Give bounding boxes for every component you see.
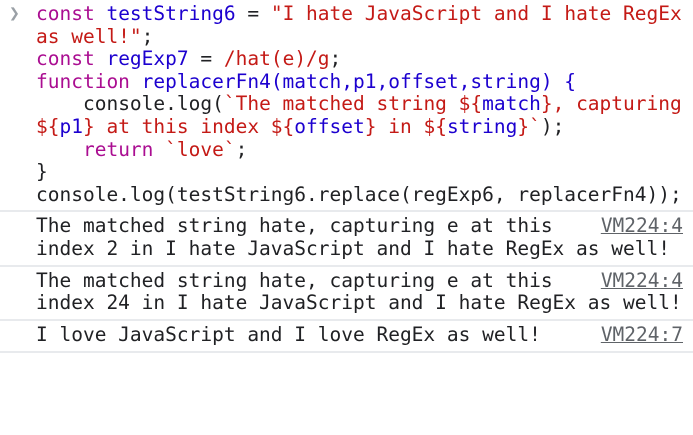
parameters: (match,p1,offset,string) { bbox=[270, 69, 577, 93]
log-message: I love JavaScript and I love RegEx as we… bbox=[36, 322, 541, 346]
console-log-entry: VM224:7 I love JavaScript and I love Reg… bbox=[0, 321, 693, 353]
console-log-entry: VM224:4 The matched string hate, capturi… bbox=[0, 267, 693, 321]
code-block[interactable]: const testString6 = "I hate JavaScript a… bbox=[36, 2, 689, 206]
keyword: function bbox=[36, 69, 130, 93]
template-literal: `love` bbox=[165, 137, 236, 161]
operator: = bbox=[188, 47, 224, 71]
template-part: `The matched string ${ bbox=[223, 92, 483, 116]
template-var: match bbox=[482, 92, 541, 116]
operator: = bbox=[235, 2, 271, 25]
regex-literal: /hat(e)/g bbox=[223, 47, 330, 71]
devtools-console: ❯ const testString6 = "I hate JavaScript… bbox=[0, 0, 693, 435]
source-link[interactable]: VM224:7 bbox=[601, 323, 683, 347]
template-part: } at this index ${ bbox=[82, 114, 295, 138]
console-input-entry[interactable]: ❯ const testString6 = "I hate JavaScript… bbox=[0, 0, 693, 213]
call-statement: console.log(testString6.replace(regExp6,… bbox=[36, 182, 682, 206]
keyword: const bbox=[36, 2, 95, 25]
call: console.log( bbox=[36, 92, 224, 116]
punctuation: ; bbox=[329, 47, 342, 71]
source-link[interactable]: VM224:4 bbox=[601, 215, 683, 238]
template-var: offset bbox=[294, 114, 365, 138]
console-log-entry: VM224:4 The matched string hate, capturi… bbox=[0, 212, 693, 267]
log-message: The matched string hate, capturing e at … bbox=[36, 214, 670, 260]
function-name: replacerFn4 bbox=[141, 69, 271, 93]
log-message: The matched string hate, capturing e at … bbox=[36, 268, 682, 315]
identifier: regExp7 bbox=[106, 47, 189, 71]
template-var: p1 bbox=[59, 114, 83, 138]
punctuation: ; bbox=[141, 24, 154, 48]
template-var: string bbox=[446, 114, 518, 138]
keyword: const bbox=[36, 47, 95, 71]
chevron-right-icon: ❯ bbox=[9, 3, 20, 24]
template-part: } in ${ bbox=[364, 114, 447, 138]
punctuation: ); bbox=[540, 114, 565, 138]
punctuation: ; bbox=[235, 137, 248, 161]
source-link[interactable]: VM224:4 bbox=[601, 269, 683, 293]
keyword: return bbox=[36, 137, 154, 161]
identifier: testString6 bbox=[106, 2, 236, 25]
template-part: }` bbox=[517, 114, 541, 138]
closing-brace: } bbox=[36, 160, 48, 184]
